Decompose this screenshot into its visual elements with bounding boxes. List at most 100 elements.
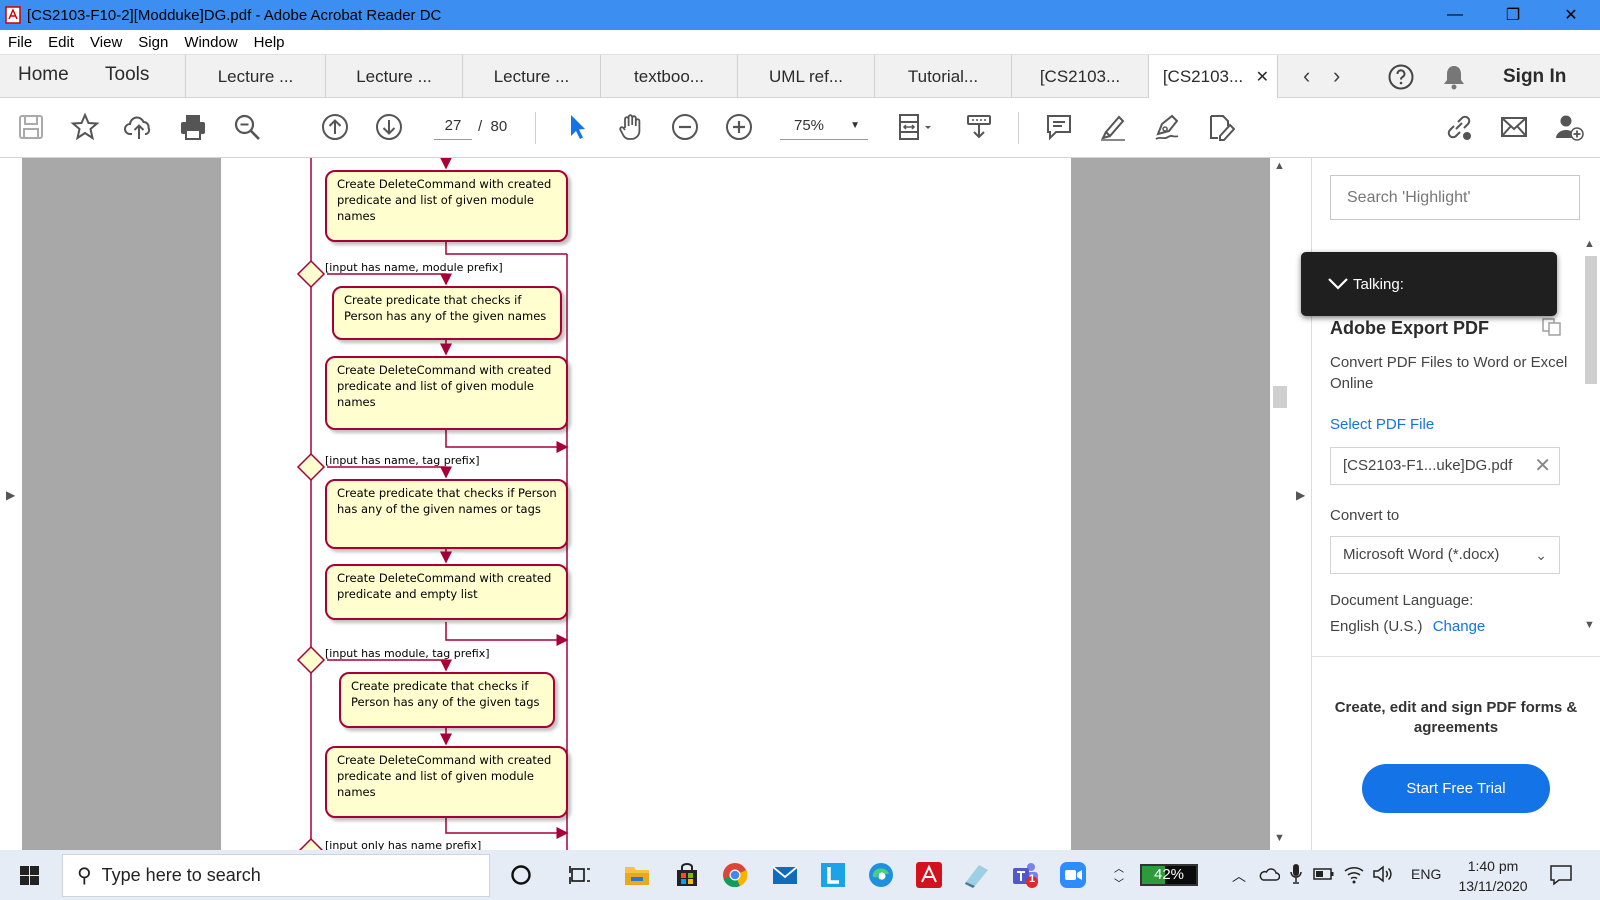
hand-tool-icon[interactable]	[614, 110, 648, 144]
notification-bell-icon[interactable]	[1441, 63, 1467, 91]
scrollbar-thumb[interactable]	[1273, 386, 1287, 408]
next-page-icon[interactable]	[372, 110, 406, 144]
email-icon[interactable]	[1497, 110, 1531, 144]
select-cursor-icon[interactable]	[560, 110, 594, 144]
share-link-icon[interactable]	[1442, 110, 1476, 144]
document-scrollbar[interactable]: ▲ ▼	[1270, 158, 1290, 850]
scroll-down-icon[interactable]: ▼	[1274, 832, 1285, 844]
menu-window[interactable]: Window	[184, 34, 237, 51]
close-window-button[interactable]: ✕	[1542, 0, 1600, 30]
zoom-search-icon[interactable]	[230, 110, 264, 144]
taskbar-overflow-scroller[interactable]: ︿ ﹀	[1104, 852, 1134, 898]
fit-page-icon[interactable]	[893, 110, 939, 144]
teams-icon[interactable]: 1	[1010, 860, 1040, 890]
expand-left-panel-icon[interactable]: ▶	[6, 488, 15, 502]
tab-forward-icon[interactable]: ›	[1333, 63, 1340, 89]
document-tab[interactable]: Lecture ...	[325, 55, 462, 98]
scroll-down-icon[interactable]: ▼	[1584, 619, 1595, 631]
windows-start-icon[interactable]	[10, 862, 48, 890]
highlight-pen-icon[interactable]	[1096, 110, 1130, 144]
chevron-down-icon[interactable]: ﹀	[1114, 875, 1124, 890]
zoom-out-icon[interactable]	[668, 110, 702, 144]
taskbar-search-placeholder: Type here to search	[101, 865, 261, 885]
tab-home[interactable]: Home	[18, 64, 69, 86]
collapse-right-panel-icon[interactable]: ▶	[1296, 488, 1305, 502]
zoom-in-icon[interactable]	[722, 110, 756, 144]
document-tab[interactable]: Lecture ...	[462, 55, 600, 98]
document-tab[interactable]: Tutorial...	[874, 55, 1011, 98]
panel-divider	[1312, 656, 1600, 657]
microsoft-store-icon[interactable]	[672, 860, 702, 890]
edit-pdf-icon[interactable]	[1204, 110, 1238, 144]
cortana-icon[interactable]	[506, 860, 536, 890]
mail-icon[interactable]	[770, 860, 800, 890]
add-user-icon[interactable]	[1552, 110, 1586, 144]
scroll-up-icon[interactable]: ▲	[1274, 160, 1285, 172]
chevron-down-icon[interactable]	[1327, 277, 1349, 291]
menu-help[interactable]: Help	[254, 34, 285, 51]
zoom-app-icon[interactable]	[1058, 860, 1088, 890]
document-language-value: English (U.S.)	[1330, 618, 1423, 635]
document-tab[interactable]: UML ref...	[737, 55, 874, 98]
save-icon[interactable]	[14, 110, 48, 144]
l-app-icon[interactable]	[818, 860, 848, 890]
previous-page-icon[interactable]	[318, 110, 352, 144]
scroll-mode-icon[interactable]	[962, 110, 996, 144]
battery-icon[interactable]	[1313, 867, 1335, 881]
print-icon[interactable]	[176, 110, 210, 144]
chrome-icon[interactable]	[720, 860, 750, 890]
minimize-button[interactable]: —	[1426, 0, 1484, 30]
document-tab-active[interactable]: [CS2103... ✕	[1148, 55, 1278, 99]
document-tab[interactable]: textboo...	[600, 55, 737, 98]
zoom-level-select[interactable]: 75% ▼	[780, 112, 868, 140]
talking-overlay[interactable]: Talking:	[1301, 252, 1557, 316]
menu-sign[interactable]: Sign	[138, 34, 168, 51]
close-tab-icon[interactable]: ✕	[1256, 67, 1269, 87]
tools-pane-scrollbar[interactable]: ▲ ▼	[1580, 236, 1600, 636]
document-tab[interactable]: Lecture ...	[185, 55, 325, 98]
maximize-button[interactable]: ❐	[1484, 0, 1542, 30]
document-viewport[interactable]: ▶ Create DeleteCommand with created pred…	[0, 158, 1290, 852]
page-number-input[interactable]: 27	[434, 112, 472, 140]
tools-search-input[interactable]: Search 'Highlight'	[1330, 175, 1580, 220]
scrollbar-thumb[interactable]	[1585, 256, 1597, 384]
tab-tools[interactable]: Tools	[105, 64, 149, 86]
volume-icon[interactable]	[1372, 865, 1394, 883]
microphone-icon[interactable]	[1289, 863, 1303, 885]
input-language[interactable]: ENG	[1411, 866, 1441, 882]
file-explorer-icon[interactable]	[622, 860, 652, 890]
convert-to-value: Microsoft Word (*.docx)	[1343, 546, 1500, 563]
menu-edit[interactable]: Edit	[48, 34, 74, 51]
onedrive-icon[interactable]	[1258, 866, 1280, 882]
show-hidden-icons-icon[interactable]: ︿	[1232, 866, 1246, 886]
edge-icon[interactable]	[866, 860, 896, 890]
tab-back-icon[interactable]: ‹	[1303, 63, 1310, 89]
change-language-link[interactable]: Change	[1433, 618, 1486, 635]
action-center-icon[interactable]	[1549, 864, 1573, 886]
selected-file-field[interactable]: [CS2103-F1...uke]DG.pdf ✕	[1330, 447, 1560, 485]
chevron-up-icon[interactable]: ︿	[1114, 860, 1124, 875]
decision-diamond	[296, 452, 326, 482]
start-free-trial-button[interactable]: Start Free Trial	[1362, 764, 1550, 813]
menu-view[interactable]: View	[90, 34, 122, 51]
convert-to-select[interactable]: Microsoft Word (*.docx) ⌄	[1330, 536, 1560, 574]
taskbar-search-input[interactable]: ⚲ Type here to search	[62, 854, 490, 897]
bookmark-star-icon[interactable]	[68, 110, 102, 144]
acrobat-taskbar-icon[interactable]	[914, 860, 944, 890]
left-panel-toggle[interactable]: ▶	[0, 158, 22, 850]
clock[interactable]: 1:40 pm 13/11/2020	[1453, 856, 1533, 896]
scroll-up-icon[interactable]: ▲	[1584, 238, 1595, 250]
notes-app-icon[interactable]	[962, 860, 992, 890]
clear-file-icon[interactable]: ✕	[1534, 448, 1551, 484]
comment-icon[interactable]	[1042, 110, 1076, 144]
sign-in-button[interactable]: Sign In	[1503, 66, 1566, 88]
sign-pen-icon[interactable]	[1150, 110, 1184, 144]
select-pdf-file-link[interactable]: Select PDF File	[1330, 416, 1434, 433]
battery-indicator[interactable]: 42%	[1140, 864, 1198, 886]
help-icon[interactable]	[1387, 63, 1415, 91]
task-view-icon[interactable]	[565, 860, 595, 890]
document-tab[interactable]: [CS2103...	[1011, 55, 1148, 98]
wifi-icon[interactable]	[1343, 864, 1365, 884]
upload-cloud-icon[interactable]	[122, 110, 156, 144]
menu-file[interactable]: File	[8, 34, 32, 51]
